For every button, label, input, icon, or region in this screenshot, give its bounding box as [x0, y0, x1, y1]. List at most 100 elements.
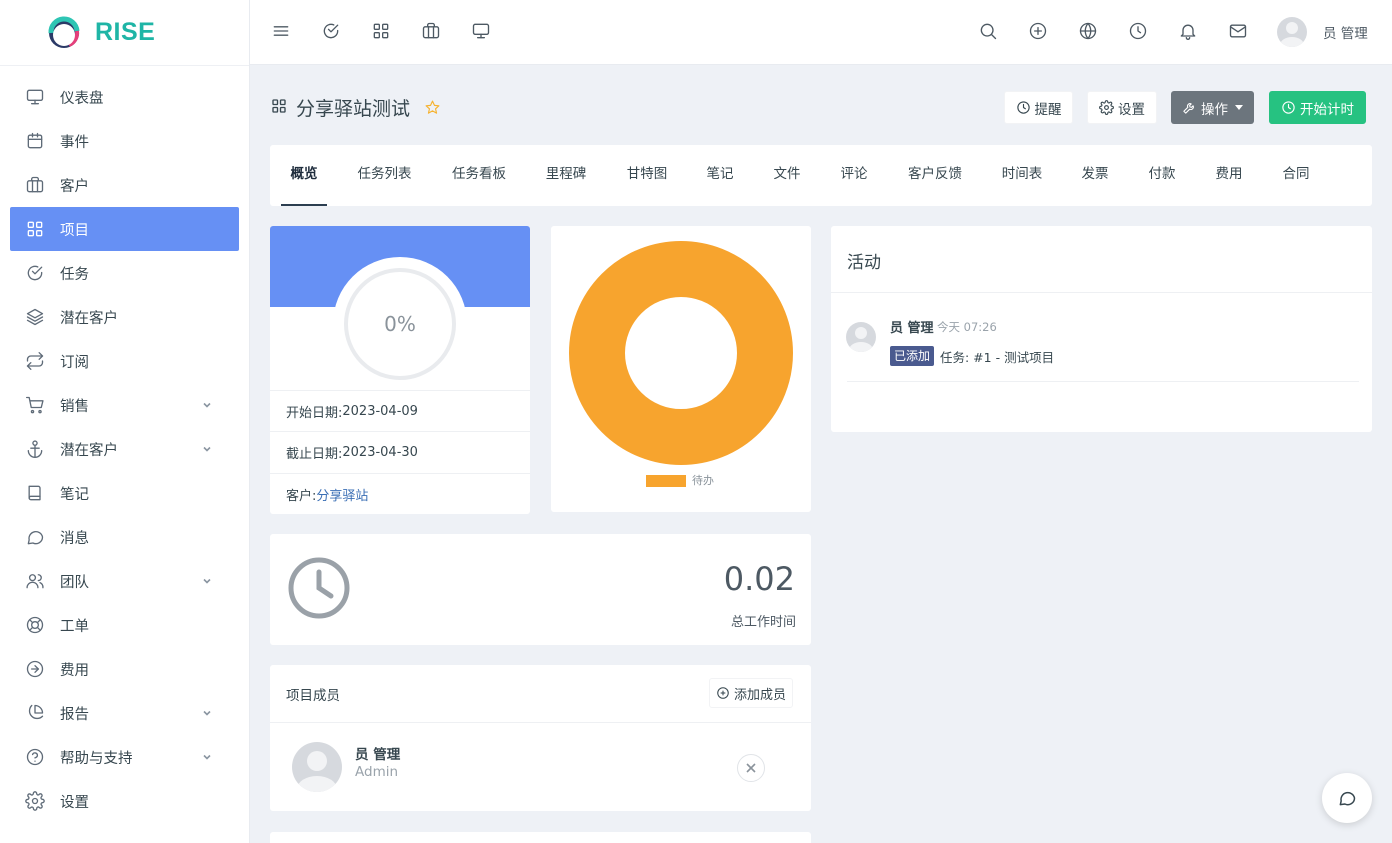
- start-timer-label: 开始计时: [1300, 101, 1354, 118]
- start-date-value: 2023-04-09: [342, 404, 418, 419]
- divider: [847, 381, 1359, 382]
- bell-icon[interactable]: [1177, 20, 1199, 42]
- chevron-down-icon: [202, 574, 212, 584]
- deadline-value: 2023-04-30: [342, 445, 418, 460]
- grid-icon[interactable]: [370, 20, 392, 42]
- sidebar-item[interactable]: 销售: [0, 383, 239, 427]
- sidebar-item[interactable]: 笔记: [0, 471, 239, 515]
- calendar-icon: [25, 131, 45, 151]
- tab[interactable]: 客户反馈: [907, 145, 963, 206]
- sidebar-item-label: 事件: [60, 134, 89, 151]
- tab[interactable]: 任务列表: [357, 145, 412, 206]
- clock-icon: [1016, 101, 1030, 114]
- users-icon: [25, 571, 45, 591]
- tab[interactable]: 发票: [1081, 145, 1109, 206]
- grid-icon: [270, 97, 288, 119]
- tab[interactable]: 时间表: [1001, 145, 1043, 206]
- activity-user[interactable]: 员 管理: [890, 317, 934, 336]
- sidebar-item[interactable]: 团队: [0, 559, 239, 603]
- star-icon[interactable]: [424, 99, 442, 117]
- tab[interactable]: 甘特图: [626, 145, 668, 206]
- sidebar-item[interactable]: 费用: [0, 647, 239, 691]
- check-circle-icon[interactable]: [320, 20, 342, 42]
- sidebar-item[interactable]: 事件: [0, 119, 239, 163]
- actions-dropdown-button[interactable]: 操作: [1171, 91, 1254, 124]
- activity-text[interactable]: 任务: #1 - 测试项目: [940, 347, 1054, 366]
- sidebar-item-label: 任务: [60, 266, 89, 283]
- progress-card: 0% 开始日期: 2023-04-09 截止日期: 2023-04-30 客户:…: [270, 226, 530, 514]
- reminder-button[interactable]: 提醒: [1004, 91, 1073, 124]
- remove-member-button[interactable]: [737, 754, 765, 782]
- sidebar-item[interactable]: 任务: [0, 251, 239, 295]
- start-date-label: 开始日期:: [286, 406, 343, 421]
- deadline-label: 截止日期:: [286, 447, 343, 462]
- monitor-icon[interactable]: [470, 20, 492, 42]
- tab[interactable]: 里程碑: [545, 145, 587, 206]
- sidebar: RISE 仪表盘 事件 客户 项目 任务 潜在客户 订阅 销售 潜在客户 笔记 消息 团队 工单 费用 报告…: [0, 0, 250, 843]
- search-icon[interactable]: [977, 20, 999, 42]
- sidebar-item[interactable]: 报告: [0, 691, 239, 735]
- tab[interactable]: 笔记: [706, 145, 734, 206]
- message-icon: [25, 527, 45, 547]
- tab[interactable]: 文件: [773, 145, 801, 206]
- member-role: Admin: [355, 764, 399, 780]
- divider: [831, 292, 1372, 293]
- start-date-row: 开始日期: 2023-04-09: [270, 390, 530, 432]
- mail-icon[interactable]: [1227, 20, 1249, 42]
- user-menu[interactable]: 员 管理: [1277, 17, 1368, 47]
- sidebar-item[interactable]: 项目: [10, 207, 239, 251]
- clock-icon[interactable]: [1127, 20, 1149, 42]
- tab[interactable]: 任务看板: [451, 145, 507, 206]
- chat-button[interactable]: [1322, 773, 1372, 823]
- sidebar-item-label: 笔记: [60, 486, 89, 503]
- sidebar-menu: 仪表盘 事件 客户 项目 任务 潜在客户 订阅 销售 潜在客户 笔记 消息 团队 工单 费用 报告 帮助与支持…: [0, 66, 249, 823]
- tab[interactable]: 付款: [1148, 145, 1176, 206]
- globe-icon[interactable]: [1077, 20, 1099, 42]
- sidebar-item[interactable]: 消息: [0, 515, 239, 559]
- sidebar-item[interactable]: 潜在客户: [0, 427, 239, 471]
- add-member-button[interactable]: 添加成员: [708, 678, 793, 708]
- message-icon: [1339, 791, 1356, 806]
- page-header: 分享驿站测试: [270, 94, 442, 121]
- sidebar-item-label: 费用: [60, 662, 89, 679]
- donut-slice[interactable]: [569, 241, 793, 465]
- clock-icon: [287, 556, 351, 620]
- user-name: 员 管理: [1323, 26, 1368, 42]
- legend-swatch[interactable]: [646, 475, 686, 487]
- brand-name: RISE: [95, 18, 156, 46]
- activity-title: 活动: [847, 253, 881, 273]
- sidebar-item[interactable]: 仪表盘: [0, 75, 239, 119]
- caret-down-icon: [1235, 105, 1243, 110]
- sidebar-item[interactable]: 客户: [0, 163, 239, 207]
- project-members-card: 项目成员 添加成员 员 管理 Admin: [270, 665, 811, 811]
- sidebar-item[interactable]: 潜在客户: [0, 295, 239, 339]
- plus-circle-icon[interactable]: [1027, 20, 1049, 42]
- tab[interactable]: 合同: [1282, 145, 1310, 206]
- legend-label[interactable]: 待办: [692, 472, 714, 488]
- briefcase-icon[interactable]: [420, 20, 442, 42]
- start-timer-button[interactable]: 开始计时: [1269, 91, 1366, 124]
- sidebar-item[interactable]: 帮助与支持: [0, 735, 239, 779]
- sidebar-item-label: 团队: [60, 574, 89, 591]
- briefcase-icon: [25, 175, 45, 195]
- monitor-icon: [25, 87, 45, 107]
- menu-icon[interactable]: [270, 20, 292, 42]
- settings-button[interactable]: 设置: [1087, 91, 1157, 124]
- tab[interactable]: 费用: [1215, 145, 1243, 206]
- sidebar-item-label: 销售: [60, 398, 89, 415]
- brand[interactable]: RISE: [0, 0, 249, 66]
- gear-icon: [25, 791, 45, 811]
- member-name[interactable]: 员 管理: [355, 743, 400, 763]
- activity-time: 今天 07:26: [937, 320, 997, 334]
- tab[interactable]: 概览: [281, 145, 327, 206]
- client-link[interactable]: 分享驿站: [316, 485, 368, 504]
- sidebar-item[interactable]: 工单: [0, 603, 239, 647]
- sidebar-item-label: 工单: [60, 618, 89, 635]
- avatar: [1277, 17, 1307, 47]
- project-tabs: 概览 任务列表 任务看板 里程碑 甘特图 笔记 文件 评论 客户反馈 时间表 发票 付款 费用 合同: [270, 145, 1372, 206]
- sidebar-item[interactable]: 订阅: [0, 339, 239, 383]
- tab[interactable]: 评论: [840, 145, 868, 206]
- sidebar-item[interactable]: 设置: [0, 779, 239, 823]
- repeat-icon: [25, 351, 45, 371]
- progress-percent: 0%: [344, 268, 456, 380]
